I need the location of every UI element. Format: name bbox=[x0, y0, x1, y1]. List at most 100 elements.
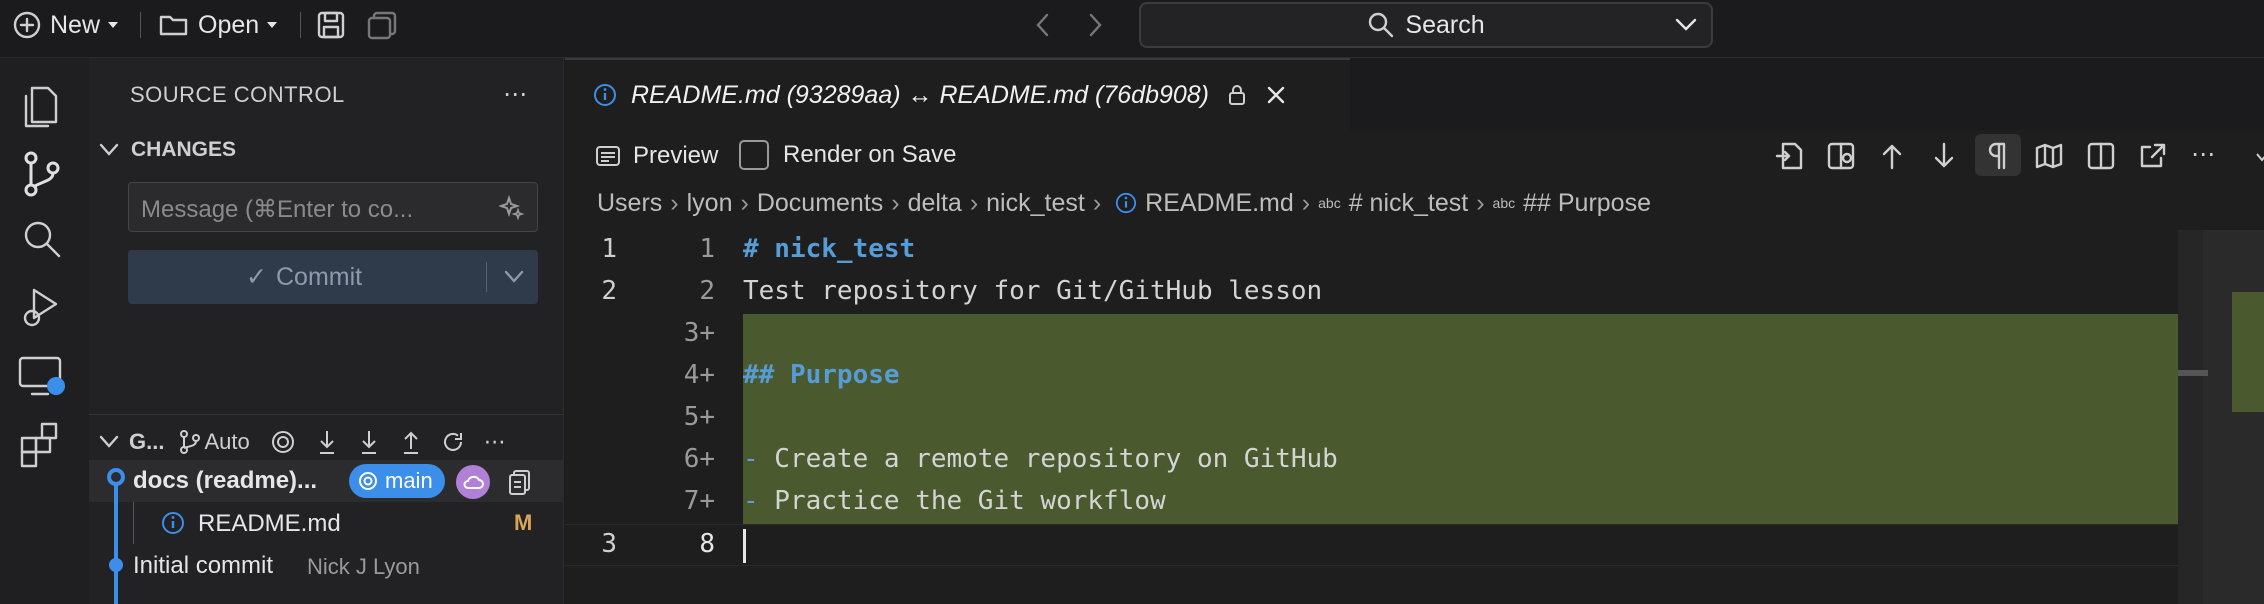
split-editor-icon[interactable] bbox=[2085, 140, 2117, 172]
push-icon[interactable] bbox=[400, 428, 422, 456]
chevron-right-icon: › bbox=[740, 188, 749, 217]
pull-icon[interactable] bbox=[358, 428, 380, 456]
added-lines-marker bbox=[2232, 292, 2264, 412]
nav-forward-button[interactable] bbox=[1084, 0, 1106, 50]
save-button[interactable] bbox=[316, 0, 346, 50]
commit-message-input[interactable]: Message (⌘Enter to co... bbox=[128, 182, 538, 232]
open-changes-icon[interactable] bbox=[507, 468, 533, 496]
info-icon bbox=[162, 512, 184, 534]
more-actions-icon[interactable]: ⋯ bbox=[2191, 140, 2215, 169]
added-line: 3+ bbox=[565, 314, 2190, 356]
breadcrumb-item[interactable]: Users bbox=[597, 189, 662, 218]
new-menu-button[interactable]: New bbox=[12, 0, 120, 50]
target-icon bbox=[359, 472, 377, 490]
chevron-right-icon bbox=[1089, 13, 1102, 37]
changes-section-header[interactable]: CHANGES bbox=[99, 138, 236, 162]
more-actions-icon[interactable]: ⋯ bbox=[503, 80, 527, 109]
commit-author: Nick J Lyon bbox=[307, 554, 420, 579]
sparkle-icon[interactable] bbox=[499, 195, 525, 221]
modified-status: M bbox=[514, 510, 533, 535]
save-all-button[interactable] bbox=[366, 0, 398, 50]
run-debug-icon[interactable] bbox=[14, 280, 70, 336]
toggle-whitespace-button[interactable] bbox=[1975, 134, 2021, 176]
chevron-right-icon: › bbox=[1476, 188, 1485, 217]
breadcrumb-item[interactable]: README.md bbox=[1145, 189, 1294, 218]
changed-file-row[interactable]: README.md M bbox=[89, 502, 564, 544]
search-label: Search bbox=[1405, 10, 1485, 39]
refresh-icon[interactable] bbox=[440, 429, 466, 455]
commit-button[interactable]: ✓ Commit bbox=[128, 250, 538, 304]
save-icon bbox=[317, 11, 345, 39]
pilcrow-icon bbox=[1988, 142, 2006, 170]
original-line-number: 3 bbox=[601, 529, 617, 559]
line-text: - Create a remote repository on GitHub bbox=[743, 440, 2190, 482]
modified-line-number: 7+ bbox=[683, 486, 715, 516]
save-all-icon bbox=[367, 11, 397, 40]
nav-back-button[interactable] bbox=[1032, 0, 1054, 50]
commit-label: Commit bbox=[276, 263, 363, 291]
indent-guide bbox=[133, 502, 134, 544]
extensions-icon[interactable] bbox=[14, 416, 70, 472]
code-line: 2 2 Test repository for Git/GitHub lesso… bbox=[565, 272, 2190, 314]
graph-label: G... bbox=[129, 429, 165, 454]
graph-commit-row[interactable]: docs (readme)... main bbox=[89, 460, 564, 502]
new-label: New bbox=[50, 10, 101, 39]
command-search-box[interactable]: Search bbox=[1139, 2, 1713, 48]
chevron-down-icon bbox=[1675, 18, 1697, 31]
target-icon[interactable] bbox=[270, 429, 296, 455]
chevron-down-icon[interactable] bbox=[504, 270, 524, 284]
plus-circle-icon bbox=[13, 11, 41, 39]
code-line: 3 8 bbox=[565, 524, 2190, 566]
preview-button[interactable]: Preview bbox=[595, 142, 718, 170]
render-on-save-toggle[interactable]: Render on Save bbox=[739, 140, 956, 170]
fetch-icon[interactable] bbox=[316, 428, 338, 456]
split-divider bbox=[486, 262, 487, 292]
modified-line-number: 1 bbox=[699, 234, 715, 264]
explorer-icon[interactable] bbox=[14, 78, 70, 134]
breadcrumb-item[interactable]: nick_test bbox=[986, 189, 1085, 218]
title-toolbar: New Open Search bbox=[0, 0, 2264, 58]
auto-label[interactable]: Auto bbox=[204, 429, 249, 455]
toolbar-divider bbox=[300, 12, 301, 38]
editor-toolbar: Preview Render on Save ⋯ bbox=[565, 130, 2264, 182]
commit-message-placeholder: Message (⌘Enter to co... bbox=[141, 196, 414, 223]
arrow-up-icon[interactable] bbox=[1879, 140, 1905, 172]
search-icon[interactable] bbox=[14, 212, 70, 268]
open-menu-button[interactable]: Open bbox=[158, 0, 279, 50]
line-text: Test repository for Git/GitHub lesson bbox=[743, 276, 1323, 306]
breadcrumb-item[interactable]: Documents bbox=[757, 189, 883, 218]
close-icon[interactable] bbox=[1265, 84, 1287, 106]
breadcrumb-item[interactable]: # nick_test bbox=[1349, 189, 1469, 218]
modified-line-number: 3+ bbox=[683, 318, 715, 348]
more-actions-icon[interactable]: ⋯ bbox=[484, 429, 506, 455]
diff-editor: README.md (93289aa) ↔ README.md (76db908… bbox=[565, 58, 2264, 604]
minimap[interactable] bbox=[2178, 230, 2264, 604]
string-symbol-icon: abc bbox=[1318, 195, 1341, 211]
checkbox[interactable] bbox=[739, 140, 769, 170]
toolbar-divider bbox=[140, 12, 141, 38]
graph-commit-row[interactable]: Initial commit Nick J Lyon bbox=[89, 544, 564, 586]
file-name: README.md bbox=[198, 510, 341, 537]
tab-readme-diff[interactable]: README.md (93289aa) ↔ README.md (76db908… bbox=[565, 58, 1350, 130]
split-preview-icon[interactable] bbox=[1825, 140, 1857, 172]
ruler-marker bbox=[2178, 370, 2208, 376]
source-control-icon[interactable] bbox=[14, 146, 70, 202]
modified-line-number: 5+ bbox=[683, 402, 715, 432]
graph-section-header[interactable]: G... Auto ⋯ bbox=[99, 424, 559, 460]
open-file-icon[interactable] bbox=[1773, 140, 1805, 172]
line-text bbox=[743, 314, 2190, 356]
info-icon bbox=[594, 84, 616, 106]
remote-explorer-icon[interactable] bbox=[14, 348, 70, 404]
open-external-icon[interactable] bbox=[2137, 140, 2169, 172]
original-line-number: 1 bbox=[601, 234, 617, 264]
map-icon[interactable] bbox=[2033, 140, 2065, 172]
breadcrumb-item[interactable]: ## Purpose bbox=[1523, 189, 1651, 218]
breadcrumb-item[interactable]: delta bbox=[908, 189, 962, 218]
chevron-left-icon bbox=[1036, 13, 1049, 37]
modified-line-number: 2 bbox=[699, 276, 715, 306]
arrow-down-icon[interactable] bbox=[1931, 140, 1957, 172]
chevron-down-icon bbox=[99, 435, 119, 448]
breadcrumb-item[interactable]: lyon bbox=[687, 189, 733, 218]
cloud-icon bbox=[456, 465, 490, 499]
chevron-down-icon[interactable] bbox=[2255, 152, 2264, 162]
